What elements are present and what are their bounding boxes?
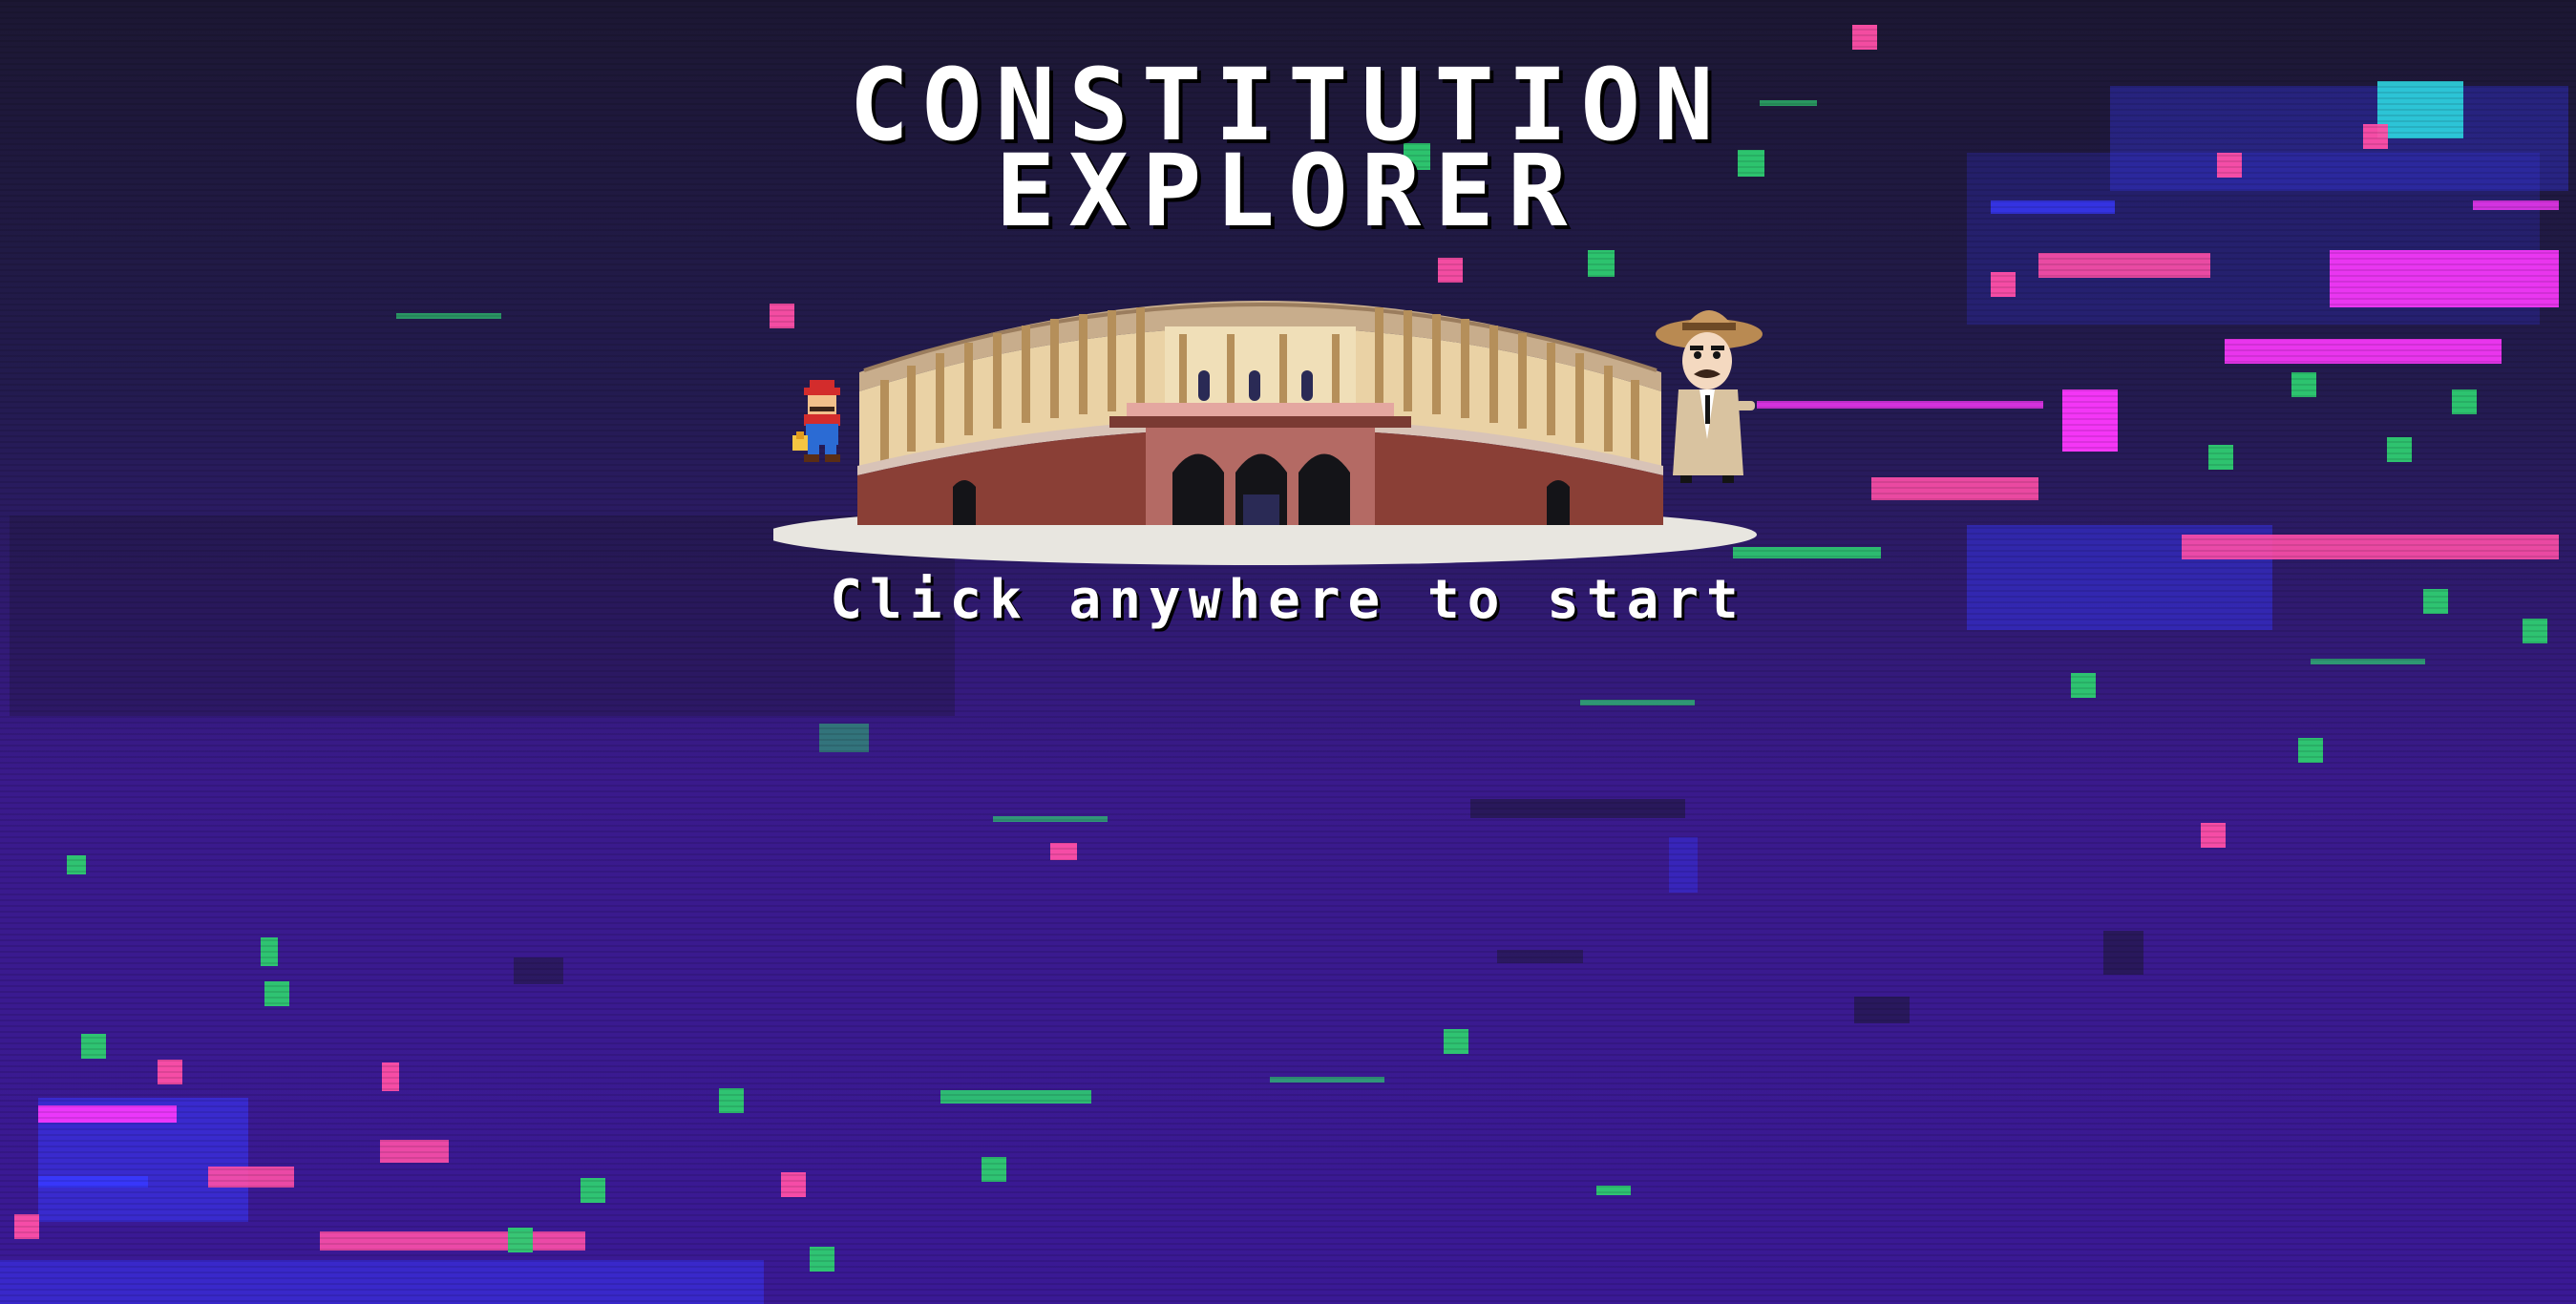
- title-illustration: [773, 301, 1763, 565]
- game-title-line-2: EXPLORER: [995, 133, 1581, 249]
- plumber-character-icon: [792, 380, 840, 462]
- start-screen[interactable]: CONSTITUTION EXPLORER Click anywhere to …: [0, 0, 2576, 1304]
- start-prompt: Click anywhere to start: [830, 569, 1746, 631]
- parliament-building-icon: [857, 301, 1663, 525]
- detective-character-icon: [1656, 310, 1763, 483]
